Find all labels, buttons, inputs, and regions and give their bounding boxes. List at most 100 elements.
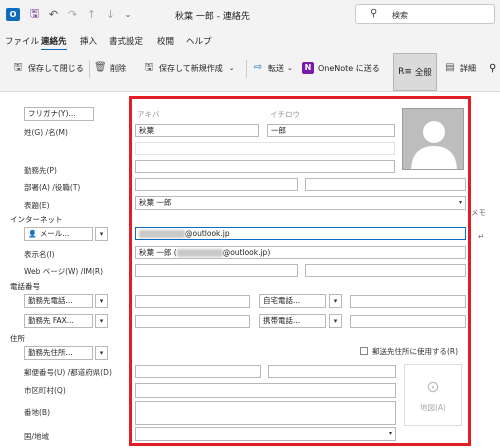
save-new-button[interactable]: 🖫 保存して新規作成 ⌄ xyxy=(143,60,235,76)
menu-format[interactable]: 書式設定 xyxy=(109,35,143,47)
phone4-type-label: 携帯電話... xyxy=(263,316,301,325)
undo-icon[interactable]: ↶ xyxy=(47,8,60,21)
email-type-label: メール... xyxy=(39,229,70,238)
phone1-type-select[interactable]: 勤務先電話... xyxy=(24,294,93,308)
contact-photo[interactable] xyxy=(402,108,464,170)
phone2-type-select[interactable]: 勤務先 FAX... xyxy=(24,314,93,328)
map-button-label: 地図(A) xyxy=(420,403,446,412)
mailing-address-label: 郵送先住所に使用する(R) xyxy=(372,347,459,356)
email-domain: @outlook.jp xyxy=(185,229,230,238)
dept-label: 部署(A) /役職(T) xyxy=(24,183,81,192)
display-name-redacted xyxy=(176,249,223,257)
details-button[interactable]: ▤ 詳細 xyxy=(444,60,476,76)
phone3-type-label: 自宅電話... xyxy=(263,296,301,305)
forward-button[interactable]: ⇨ 転送 ⌄ xyxy=(252,60,293,76)
phone3-type-dropdown[interactable]: ▾ xyxy=(329,294,342,308)
country-select[interactable]: ▾ xyxy=(135,427,396,441)
delete-label: 削除 xyxy=(110,63,126,73)
name-label: 姓(G) /名(M) xyxy=(24,128,68,137)
phone3-input[interactable] xyxy=(350,295,466,308)
address-type-dropdown[interactable]: ▾ xyxy=(95,346,108,360)
display-name-label: 表示名(I) xyxy=(24,250,55,259)
phone-section-label: 電話番号 xyxy=(10,282,40,291)
map-button[interactable]: ⊙ 地図(A) xyxy=(404,364,462,426)
menu-review[interactable]: 校閲 xyxy=(157,35,174,47)
title-bar: O 🖫 ↶ ↷ ↑ ↓ ⌄ 秋葉 一郎 - 連絡先 ⚲ 検索 xyxy=(0,0,500,30)
more-icon[interactable]: ⚲ xyxy=(489,60,496,76)
menu-help[interactable]: ヘルプ xyxy=(186,35,212,47)
email-type-dropdown[interactable]: ▾ xyxy=(95,227,108,241)
phone2-type-dropdown[interactable]: ▾ xyxy=(95,314,108,328)
menu-contact[interactable]: 連絡先 xyxy=(41,35,67,51)
person-card-icon: 👤 xyxy=(28,230,37,238)
display-as-select[interactable]: 秋葉 一郎 ▾ xyxy=(135,196,466,210)
phone4-type-dropdown[interactable]: ▾ xyxy=(329,314,342,328)
email-type-select[interactable]: 👤 メール... xyxy=(24,227,93,241)
phone1-input[interactable] xyxy=(135,295,250,308)
forward-dropdown-icon[interactable]: ⌄ xyxy=(287,64,293,72)
general-view-icon: R≡ xyxy=(398,67,412,77)
display-name-input[interactable]: 秋葉 一郎 (@outlook.jp) xyxy=(135,246,466,259)
furigana-last-placeholder: アキバ xyxy=(137,110,160,119)
onenote-button[interactable]: N OneNote に送る xyxy=(302,60,380,76)
city-input[interactable] xyxy=(135,383,396,398)
phone2-type-label: 勤務先 FAX... xyxy=(28,316,74,325)
postal-code-input[interactable] xyxy=(135,365,261,378)
street-label: 番地(B) xyxy=(24,408,50,417)
country-dropdown-icon: ▾ xyxy=(388,430,392,437)
search-placeholder: 検索 xyxy=(392,11,408,20)
search-input[interactable]: ⚲ 検索 xyxy=(355,4,495,24)
display-name-prefix: 秋葉 一郎 ( xyxy=(139,248,177,257)
address-section-label: 住所 xyxy=(10,334,25,343)
down-arrow-icon[interactable]: ↓ xyxy=(104,8,117,21)
save-icon[interactable]: 🖫 xyxy=(28,7,41,21)
up-arrow-icon[interactable]: ↑ xyxy=(85,8,98,21)
last-name-input[interactable]: 秋葉 xyxy=(135,124,259,137)
city-label: 市区町村(Q) xyxy=(24,386,66,395)
redo-icon[interactable]: ↷ xyxy=(66,8,79,21)
phone3-type-select[interactable]: 自宅電話... xyxy=(259,294,326,308)
ribbon: 🖫 保存して閉じる 🗑 削除 🖫 保存して新規作成 ⌄ ⇨ 転送 ⌄ N One… xyxy=(0,50,500,92)
street-input[interactable] xyxy=(135,401,396,425)
save-close-button[interactable]: 🖫 保存して閉じる xyxy=(12,60,84,76)
phone1-type-label: 勤務先電話... xyxy=(28,296,73,305)
phone4-input[interactable] xyxy=(350,315,466,328)
save-close-icon: 🖫 xyxy=(13,62,23,73)
im-address-input[interactable] xyxy=(305,264,466,277)
search-icon: ⚲ xyxy=(370,8,378,19)
web-label: Web ページ(W) /IM(R) xyxy=(24,267,104,276)
email-input[interactable]: @outlook.jp xyxy=(135,227,466,240)
address-type-select[interactable]: 勤務先住所... xyxy=(24,346,93,360)
menu-insert[interactable]: 挿入 xyxy=(80,35,97,47)
all-fields-button[interactable]: R≡ 全般 xyxy=(393,53,437,91)
furigana-first-placeholder: イチロウ xyxy=(270,110,300,119)
menu-file[interactable]: ファイル xyxy=(5,35,39,47)
furigana-button[interactable]: フリガナ(Y)... xyxy=(24,107,94,121)
forward-label: 転送 xyxy=(268,63,284,73)
save-new-label: 保存して新規作成 xyxy=(159,63,223,73)
company-input[interactable] xyxy=(135,160,395,173)
prefecture-input[interactable] xyxy=(268,365,396,378)
memo-return-icon: ↵ xyxy=(478,232,485,241)
address-type-label: 勤務先住所... xyxy=(28,348,73,357)
first-name-input[interactable]: 一郎 xyxy=(267,124,395,137)
forward-icon: ⇨ xyxy=(253,62,263,73)
onenote-icon: N xyxy=(302,62,314,74)
delete-button[interactable]: 🗑 削除 xyxy=(94,60,126,76)
ribbon-separator xyxy=(89,60,90,78)
middle-name-input[interactable] xyxy=(135,142,395,155)
ribbon-separator xyxy=(246,60,247,78)
general-view-label: 全般 xyxy=(414,68,432,78)
department-input[interactable] xyxy=(135,178,298,191)
display-as-label: 表題(E) xyxy=(24,201,50,210)
phone4-type-select[interactable]: 携帯電話... xyxy=(259,314,326,328)
job-title-input[interactable] xyxy=(305,178,466,191)
furigana-button-label: フリガナ(Y)... xyxy=(28,109,76,118)
save-new-dropdown-icon[interactable]: ⌄ xyxy=(229,64,235,72)
phone2-input[interactable] xyxy=(135,315,250,328)
web-page-input[interactable] xyxy=(135,264,298,277)
mailing-address-checkbox[interactable] xyxy=(360,347,368,355)
phone1-type-dropdown[interactable]: ▾ xyxy=(95,294,108,308)
internet-section-label: インターネット xyxy=(10,215,63,224)
dropdown-icon[interactable]: ⌄ xyxy=(122,8,134,21)
